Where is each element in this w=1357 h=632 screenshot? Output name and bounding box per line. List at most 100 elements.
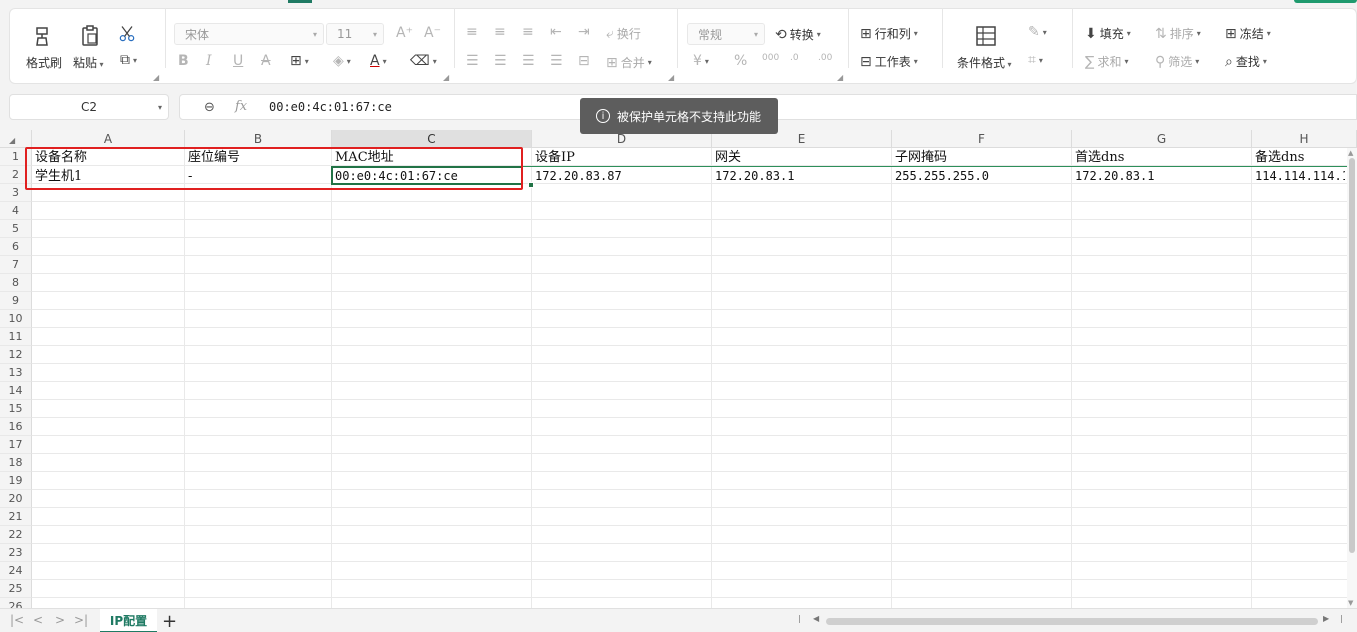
sheet-tab-ip-config[interactable]: IP配置 bbox=[100, 609, 157, 632]
sort-button[interactable]: ⇅ 排序 ▾ bbox=[1155, 25, 1201, 42]
cell-G2[interactable]: 172.20.83.1 bbox=[1072, 168, 1251, 185]
row-header[interactable]: 6 bbox=[0, 238, 32, 256]
cell-E1[interactable]: 网关 bbox=[712, 149, 891, 166]
last-sheet-icon[interactable]: >| bbox=[74, 613, 88, 627]
column-header[interactable]: B bbox=[185, 130, 332, 148]
row-header[interactable]: 20 bbox=[0, 490, 32, 508]
copy-button[interactable]: ⧉ ▾ bbox=[120, 53, 137, 67]
wrap-text-button[interactable]: ⤶ 换行 bbox=[606, 25, 641, 42]
sum-button[interactable]: ∑ 求和 ▾ bbox=[1085, 53, 1128, 70]
cut-icon[interactable] bbox=[117, 24, 137, 44]
row-header[interactable]: 14 bbox=[0, 382, 32, 400]
column-header[interactable]: G bbox=[1072, 130, 1252, 148]
align-center-button[interactable]: ☰ bbox=[494, 54, 507, 68]
align-bottom-button[interactable]: ≡ bbox=[522, 25, 534, 39]
vertical-scrollbar[interactable]: ▲ ▼ bbox=[1347, 148, 1357, 608]
share-button-edge[interactable] bbox=[1294, 0, 1357, 3]
column-header[interactable]: F bbox=[892, 130, 1072, 148]
row-header[interactable]: 5 bbox=[0, 220, 32, 238]
clipboard-launcher-icon[interactable]: ◢ bbox=[153, 73, 159, 82]
formula-value[interactable]: 00:e0:4c:01:67:ce bbox=[269, 100, 392, 114]
font-size-select[interactable]: 11 ▾ bbox=[326, 23, 384, 45]
row-col-button[interactable]: ⊞ 行和列 ▾ bbox=[860, 25, 918, 42]
first-sheet-icon[interactable]: |< bbox=[10, 613, 24, 627]
increase-decimal-button[interactable]: .0 bbox=[790, 54, 799, 63]
cell-style-button[interactable]: ✎ ▾ bbox=[1028, 25, 1047, 39]
font-color-button[interactable]: A ▾ bbox=[370, 54, 387, 68]
fx-icon[interactable]: fx bbox=[235, 99, 247, 114]
scroll-up-icon[interactable]: ▲ bbox=[1348, 149, 1353, 157]
select-all-corner[interactable]: ◢ bbox=[0, 130, 32, 148]
row-header[interactable]: 22 bbox=[0, 526, 32, 544]
row-header[interactable]: 19 bbox=[0, 472, 32, 490]
row-header[interactable]: 24 bbox=[0, 562, 32, 580]
row-header[interactable]: 11 bbox=[0, 328, 32, 346]
justify-button[interactable]: ☰ bbox=[550, 54, 563, 68]
indent-increase-button[interactable]: ⇥ bbox=[578, 25, 590, 39]
scroll-right-icon[interactable]: ▶ bbox=[1323, 614, 1329, 623]
alignment-launcher-icon[interactable]: ◢ bbox=[668, 73, 674, 82]
row-header[interactable]: 7 bbox=[0, 256, 32, 274]
align-left-button[interactable]: ☰ bbox=[466, 54, 479, 68]
merge-button[interactable]: ⊞ 合并 ▾ bbox=[606, 54, 652, 71]
add-sheet-button[interactable]: + bbox=[162, 611, 177, 632]
indent-decrease-button[interactable]: ⇤ bbox=[550, 25, 562, 39]
format-painter-icon[interactable] bbox=[31, 24, 55, 48]
bold-button[interactable]: B bbox=[178, 54, 189, 68]
prev-sheet-icon[interactable]: < bbox=[33, 613, 43, 627]
column-header[interactable]: A bbox=[32, 130, 185, 148]
horizontal-scroll-thumb[interactable] bbox=[826, 618, 1318, 625]
row-header[interactable]: 23 bbox=[0, 544, 32, 562]
zoom-icon[interactable]: ⊖ bbox=[204, 100, 215, 115]
underline-button[interactable]: U bbox=[233, 54, 243, 68]
name-box[interactable]: C2 ▾ bbox=[9, 94, 169, 120]
cell-H2[interactable]: 114.114.114.114 bbox=[1252, 168, 1345, 185]
number-format-select[interactable]: 常规 ▾ bbox=[687, 23, 765, 45]
find-button[interactable]: ⌕ 查找 ▾ bbox=[1225, 53, 1267, 70]
strikethrough-button[interactable]: A bbox=[261, 54, 271, 68]
borders-button[interactable]: ⊞ ▾ bbox=[290, 54, 309, 68]
align-top-button[interactable]: ≡ bbox=[466, 25, 478, 39]
italic-button[interactable]: I bbox=[206, 54, 212, 68]
cell-H1[interactable]: 备选dns bbox=[1252, 149, 1345, 166]
row-header[interactable]: 18 bbox=[0, 454, 32, 472]
row-header[interactable]: 8 bbox=[0, 274, 32, 292]
fill-button[interactable]: ⬇ 填充 ▾ bbox=[1085, 25, 1131, 42]
row-header[interactable]: 26 bbox=[0, 598, 32, 608]
scroll-down-icon[interactable]: ▼ bbox=[1348, 599, 1353, 607]
cell-F1[interactable]: 子网掩码 bbox=[892, 149, 1071, 166]
next-sheet-icon[interactable]: > bbox=[55, 613, 65, 627]
row-header[interactable]: 15 bbox=[0, 400, 32, 418]
cell-F2[interactable]: 255.255.255.0 bbox=[892, 168, 1071, 185]
distributed-button[interactable]: ⊟ bbox=[578, 54, 590, 68]
row-header[interactable]: 16 bbox=[0, 418, 32, 436]
row-header[interactable]: 13 bbox=[0, 364, 32, 382]
row-header[interactable]: 10 bbox=[0, 310, 32, 328]
vertical-scroll-thumb[interactable] bbox=[1349, 158, 1355, 553]
currency-button[interactable]: ¥ ▾ bbox=[693, 54, 709, 68]
convert-button[interactable]: ⟲ 转换 ▾ bbox=[775, 26, 821, 43]
fill-color-button[interactable]: ◈ ▾ bbox=[333, 54, 351, 68]
thousands-button[interactable]: 000 bbox=[762, 54, 779, 63]
row-header[interactable]: 9 bbox=[0, 292, 32, 310]
row-header[interactable]: 21 bbox=[0, 508, 32, 526]
paste-button[interactable]: 粘贴 ▾ bbox=[73, 54, 104, 71]
table-style-button[interactable]: ⌗ ▾ bbox=[1028, 53, 1043, 67]
row-header[interactable]: 17 bbox=[0, 436, 32, 454]
worksheet-button[interactable]: ⊟ 工作表 ▾ bbox=[860, 53, 918, 70]
align-right-button[interactable]: ☰ bbox=[522, 54, 535, 68]
conditional-format-icon[interactable] bbox=[974, 24, 998, 48]
decrease-font-button[interactable]: A⁻ bbox=[424, 26, 441, 40]
row-header[interactable]: 12 bbox=[0, 346, 32, 364]
number-launcher-icon[interactable]: ◢ bbox=[837, 73, 843, 82]
cell-G1[interactable]: 首选dns bbox=[1072, 149, 1251, 166]
freeze-button[interactable]: ⊞ 冻结 ▾ bbox=[1225, 25, 1271, 42]
cell-D2[interactable]: 172.20.83.87 bbox=[532, 168, 711, 185]
format-painter-button[interactable]: 格式刷 bbox=[26, 54, 62, 71]
increase-font-button[interactable]: A⁺ bbox=[396, 26, 413, 40]
font-launcher-icon[interactable]: ◢ bbox=[443, 73, 449, 82]
cell-D1[interactable]: 设备IP bbox=[532, 149, 711, 166]
scroll-left-icon[interactable]: ◀ bbox=[813, 614, 819, 623]
percent-button[interactable]: % bbox=[734, 54, 747, 68]
font-name-select[interactable]: 宋体 ▾ bbox=[174, 23, 324, 45]
